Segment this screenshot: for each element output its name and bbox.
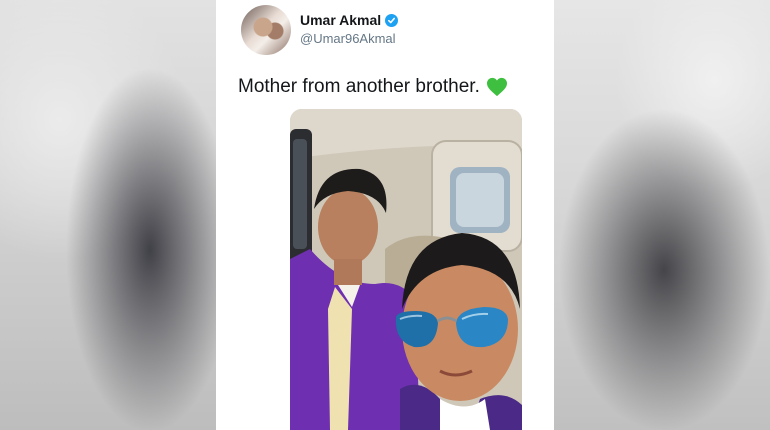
avatar[interactable] [241, 5, 291, 55]
blurred-background-left [0, 0, 216, 430]
author-name[interactable]: Umar Akmal [300, 12, 381, 28]
tweet-text-row: Mother from another brother. [238, 76, 508, 98]
green-heart-icon [486, 77, 507, 97]
blurred-background-right [554, 0, 770, 430]
tweet-photo[interactable] [290, 109, 522, 430]
author-handle[interactable]: @Umar96Akmal [300, 31, 396, 46]
author-row: Umar Akmal [300, 12, 399, 28]
tweet-text: Mother from another brother. [238, 76, 480, 97]
verified-badge-icon [385, 13, 399, 27]
tweet-card: Umar Akmal @Umar96Akmal Mother from anot… [216, 0, 554, 430]
